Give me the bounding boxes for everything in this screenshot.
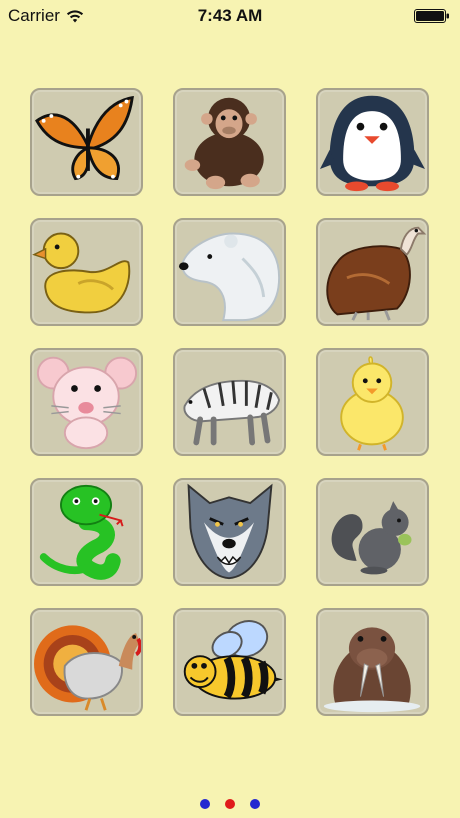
snake-icon [39,484,124,580]
page-dot[interactable] [200,799,210,809]
animal-tile[interactable] [316,348,429,456]
mouse-icon [36,356,138,450]
butterfly-icon [35,95,134,181]
penguin-icon [320,95,425,192]
animal-tile[interactable] [30,88,143,196]
turkey-icon [34,625,141,711]
wolf-icon [187,483,273,580]
status-bar: Carrier 7:43 AM [0,0,460,34]
walrus-icon [323,627,421,713]
animal-tile[interactable] [173,88,286,196]
animal-tile[interactable] [316,218,429,326]
polar-bear-icon [178,232,281,322]
animal-tile[interactable] [316,88,429,196]
animal-tile[interactable] [173,478,286,586]
page-dot-current[interactable] [225,799,235,809]
animal-tile[interactable] [30,608,143,716]
bee-icon [183,620,283,700]
animal-tile[interactable] [30,218,143,326]
clock: 7:43 AM [197,6,263,25]
animal-tile[interactable] [173,348,286,456]
animal-tile[interactable] [30,478,143,586]
animal-tile[interactable] [316,608,429,716]
vulture-icon [326,226,427,321]
white-tiger-icon [183,379,281,446]
battery-icon [414,9,449,23]
animal-tile[interactable] [173,608,286,716]
page-indicator[interactable] [0,799,460,809]
page-dot[interactable] [250,799,260,809]
squirrel-icon [331,501,412,575]
duck-icon [32,232,131,314]
chick-icon [340,356,404,451]
animal-tile[interactable] [30,348,143,456]
animal-grid [30,88,430,716]
animal-tile[interactable] [316,478,429,586]
chimpanzee-icon [184,97,264,190]
animal-tile[interactable] [173,218,286,326]
